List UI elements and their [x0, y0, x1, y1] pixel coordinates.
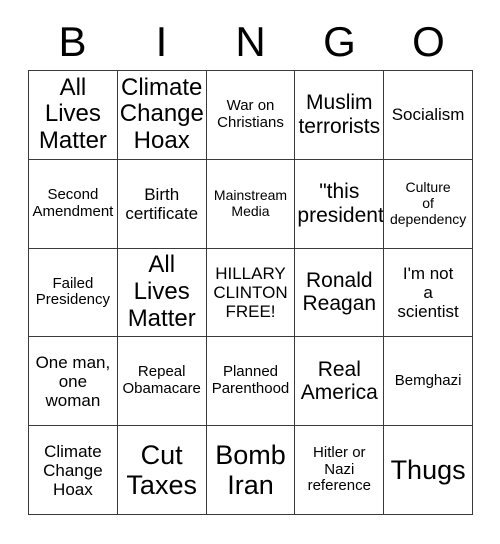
bingo-header-letter-n: N — [235, 18, 266, 65]
bingo-cell-label: Climate Change Hoax — [119, 73, 204, 155]
bingo-cell[interactable]: Real America — [295, 337, 385, 427]
bingo-cell[interactable]: Culture of dependency — [384, 159, 473, 249]
bingo-cell-label: Hitler or Nazi reference — [307, 443, 371, 495]
bingo-cell-label: Cut Taxes — [126, 439, 197, 501]
bingo-cell-label: Socialism — [391, 105, 465, 125]
bingo-cell[interactable]: Planned Parenthood — [206, 337, 296, 427]
bingo-cell-label: Climate Change Hoax — [43, 441, 103, 499]
bingo-cell[interactable]: I'm not a scientist — [384, 248, 473, 338]
bingo-cell-label: Failed Presidency — [35, 274, 110, 309]
bingo-cell-label: "this president" — [297, 180, 385, 227]
bingo-header-letter-o: O — [412, 18, 445, 65]
bingo-cell-label: Thugs — [390, 454, 466, 485]
bingo-cell-label: Bomb Iran — [215, 439, 286, 501]
bingo-cell-label: One man, one woman — [35, 352, 111, 410]
bingo-cell[interactable]: Climate Change Hoax — [29, 426, 118, 515]
bingo-header-row: B I N G O — [28, 18, 473, 66]
bingo-cell[interactable]: Ronald Reagan — [295, 248, 385, 338]
bingo-cell[interactable]: Bemghazi — [384, 337, 473, 427]
bingo-cell[interactable]: Socialism — [384, 71, 473, 160]
bingo-card: B I N G O All Lives Matter Climate Chang… — [0, 0, 500, 544]
bingo-cell-label: Birth certificate — [125, 184, 199, 223]
bingo-cell[interactable]: Hitler or Nazi reference — [295, 426, 385, 515]
bingo-header-letter-b: B — [58, 18, 87, 65]
bingo-cell[interactable]: Muslim terrorists — [295, 71, 385, 160]
bingo-cell-label: Culture of dependency — [389, 179, 467, 227]
bingo-cell[interactable]: HILLARY CLINTON FREE! — [206, 248, 296, 338]
bingo-cell-label: Ronald Reagan — [302, 268, 377, 316]
bingo-cell-label: I'm not a scientist — [397, 263, 459, 321]
bingo-cell[interactable]: Failed Presidency — [29, 248, 118, 338]
bingo-cell-label: All Lives Matter — [127, 251, 196, 332]
bingo-cell[interactable]: "this president" — [295, 159, 385, 249]
bingo-cell-label: War on Christians — [217, 97, 284, 131]
bingo-cell-label: Second Amendment — [32, 185, 114, 220]
bingo-cell[interactable]: All Lives Matter — [117, 248, 207, 338]
bingo-header-letter-g: G — [323, 18, 356, 65]
bingo-header-letter-i: I — [155, 18, 168, 65]
bingo-cell-label: Muslim terrorists — [298, 91, 381, 138]
bingo-cell-label: Bemghazi — [394, 371, 462, 389]
bingo-cell[interactable]: All Lives Matter — [29, 71, 118, 160]
bingo-cell[interactable]: Climate Change Hoax — [117, 71, 207, 160]
bingo-cell-label: All Lives Matter — [38, 73, 107, 155]
bingo-cell-label: Planned Parenthood — [211, 363, 290, 398]
bingo-cell[interactable]: One man, one woman — [29, 337, 118, 427]
bingo-cell-label: Real America — [300, 357, 378, 405]
bingo-cell[interactable]: Bomb Iran — [206, 426, 296, 515]
bingo-cell[interactable]: Repeal Obamacare — [117, 337, 207, 427]
bingo-cell[interactable]: Cut Taxes — [117, 426, 207, 515]
bingo-cell-label: HILLARY CLINTON FREE! — [213, 263, 288, 321]
bingo-cell-label: Mainstream Media — [213, 187, 288, 219]
bingo-cell[interactable]: Second Amendment — [29, 159, 118, 249]
bingo-cell[interactable]: War on Christians — [206, 71, 296, 160]
bingo-grid: All Lives Matter Climate Change Hoax War… — [28, 70, 473, 515]
bingo-cell[interactable]: Mainstream Media — [206, 159, 296, 249]
bingo-cell-label: Repeal Obamacare — [122, 363, 201, 398]
bingo-cell[interactable]: Birth certificate — [117, 159, 207, 249]
bingo-cell[interactable]: Thugs — [384, 426, 473, 515]
